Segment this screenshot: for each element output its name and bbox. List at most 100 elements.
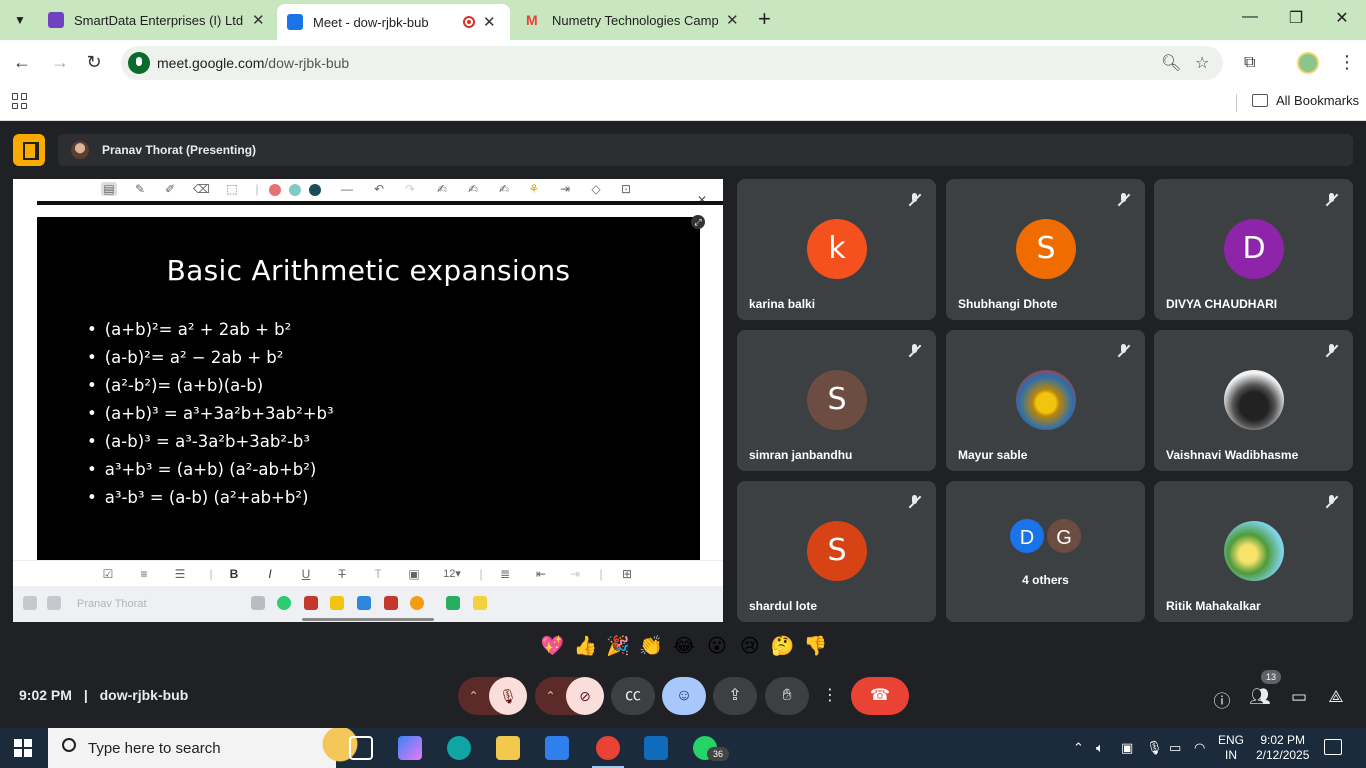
wifi-icon[interactable]: ◠ (1194, 740, 1205, 756)
participant-tile[interactable]: Ritik Mahakalkar (1154, 481, 1353, 622)
participant-tile[interactable]: S shardul lote (737, 481, 936, 622)
thumbs-up-reaction[interactable]: 👍 (571, 631, 600, 663)
tab-smartdata[interactable]: SmartData Enterprises (I) Ltd. C ✕ (40, 0, 268, 40)
divider: | (599, 567, 603, 581)
checklist-icon: ☑ (102, 567, 114, 581)
formula-list: (a+b)²= a² + 2ab + b² (a-b)²= a² − 2ab +… (87, 316, 334, 512)
formula-item: a³-b³ = (a-b) (a²+ab+b²) (87, 484, 334, 512)
meeting-time: 9:02 PM (19, 687, 72, 703)
store-icon[interactable] (545, 736, 569, 760)
clock[interactable]: 9:02 PM 2/12/2025 (1256, 733, 1309, 763)
participant-tile[interactable]: Vaishnavi Wadibhasme (1154, 330, 1353, 471)
expand-icon[interactable]: ⤢ (691, 215, 705, 229)
restore-button[interactable]: ❐ (1286, 8, 1306, 28)
profile-avatar[interactable] (1297, 52, 1319, 74)
align-icon: ≣ (499, 567, 511, 581)
activities-icon[interactable]: ⟁ (1325, 687, 1347, 707)
thumbs-down-reaction[interactable]: 👎 (801, 631, 830, 663)
end-call-button[interactable]: ☎ (851, 677, 909, 715)
shared-window-title: Pranav Thorat (77, 598, 147, 610)
battery-icon[interactable]: ▭ (1169, 740, 1181, 756)
raise-hand-button[interactable]: ✋︎ (765, 677, 809, 715)
volume-icon[interactable]: 🔈︎ (1096, 740, 1104, 756)
mic-off-icon (906, 342, 924, 360)
search-icon (62, 738, 76, 752)
reload-icon[interactable]: ↻ (83, 52, 105, 73)
microphone-icon[interactable] (128, 52, 150, 74)
reactions-button[interactable]: ☺ (662, 677, 706, 715)
tab-numetry[interactable]: M Numetry Technologies Campus ✕ (520, 0, 746, 40)
indent-icon: ⇤ (535, 567, 547, 581)
minimize-button[interactable]: — (1240, 8, 1260, 26)
highlighter-icon: ✐ (164, 182, 176, 196)
apps-grid-icon[interactable] (12, 93, 28, 109)
zoom-icon[interactable]: 🔍︎ (1161, 53, 1181, 73)
participant-tile[interactable]: D DIVYA CHAUDHARI (1154, 179, 1353, 320)
close-tab-icon[interactable]: ✕ (252, 11, 265, 29)
participant-tile[interactable]: k karina balki (737, 179, 936, 320)
file-explorer-icon[interactable] (496, 736, 520, 760)
laugh-reaction[interactable]: 😂 (670, 631, 699, 663)
new-tab-button[interactable]: + (758, 8, 778, 32)
folder-icon (1252, 94, 1268, 107)
heart-reaction[interactable]: 💖 (538, 631, 567, 663)
all-bookmarks-link[interactable]: All Bookmarks (1276, 93, 1359, 108)
mic-options-chevron-icon[interactable]: ⌃ (458, 689, 489, 703)
people-icon[interactable]: 👥︎ (1249, 687, 1271, 707)
party-reaction[interactable]: 🎉 (604, 631, 633, 663)
participant-tile[interactable]: S Shubhangi Dhote (946, 179, 1145, 320)
thinking-reaction[interactable]: 🤔 (768, 631, 797, 663)
clap-reaction[interactable]: 👏 (637, 631, 666, 663)
reactions-bar: 💖 👍 🎉 👏 😂 😮 😢 🤔 👎 (538, 631, 830, 663)
bold-icon: B (229, 567, 239, 581)
microphone-icon[interactable]: 🎙︎ (1146, 740, 1163, 756)
windows-start-icon[interactable] (14, 739, 32, 757)
participant-tile[interactable]: S simran janbandhu (737, 330, 936, 471)
bookmark-star-icon[interactable]: ☆ (1195, 53, 1209, 73)
language-indicator[interactable]: ENG IN (1218, 733, 1244, 763)
participant-tile[interactable]: Mayur sable (946, 330, 1145, 471)
info-icon[interactable]: ⓘ (1211, 687, 1233, 712)
omnibox[interactable]: meet.google.com/dow-rjbk-bub 🔍︎ ☆ (121, 46, 1223, 80)
close-tab-icon[interactable]: ✕ (483, 13, 496, 31)
outlook-icon[interactable] (644, 736, 668, 760)
chrome-icon[interactable] (592, 736, 624, 768)
chat-icon[interactable]: ▭ (1288, 687, 1310, 707)
italic-icon: I (268, 567, 272, 581)
others-tile[interactable]: D G 4 others (946, 481, 1145, 622)
format-toolbar: ☑ ≡ ☰ | B I U T T ▣ 12▾ | ≣ ⇤ ⇥ | ⊞ (13, 560, 723, 586)
surprised-reaction[interactable]: 😮 (702, 631, 731, 663)
notification-icon[interactable] (1324, 739, 1342, 755)
tab-meet[interactable]: Meet - dow-rjbk-bub ✕ (277, 4, 510, 40)
camera-off-button[interactable]: ⊘ (566, 677, 604, 715)
edge-icon[interactable] (447, 736, 471, 760)
more-options-button[interactable]: ⋮ (816, 677, 844, 715)
undo-icon: ↶ (373, 182, 385, 196)
scroll-indicator (302, 618, 434, 621)
camera-icon[interactable]: ▣ (1121, 740, 1133, 756)
forward-icon[interactable]: → (49, 52, 71, 73)
font-size-select: 12▾ (443, 568, 461, 580)
back-icon[interactable]: ← (11, 52, 33, 73)
pin-icon (23, 596, 37, 610)
tray-chevron-icon[interactable]: ⌃ (1073, 740, 1084, 756)
sad-reaction[interactable]: 😢 (735, 631, 764, 663)
browser-menu-icon[interactable]: ⋮ (1338, 52, 1356, 73)
copilot-icon[interactable] (398, 736, 422, 760)
close-window-button[interactable]: ✕ (1332, 8, 1352, 28)
url-text[interactable]: meet.google.com/dow-rjbk-bub (157, 55, 349, 71)
presentation-icon[interactable] (13, 134, 45, 166)
slide: Basic Arithmetic expansions (a+b)²= a² +… (37, 217, 700, 560)
mic-off-button[interactable]: 🎙︎ (489, 677, 527, 715)
extensions-icon[interactable]: ⧉ (1244, 54, 1255, 72)
highlight-text-icon: ▣ (408, 567, 420, 581)
forms-icon (48, 12, 64, 28)
windows-search-box[interactable]: Type here to search (48, 728, 382, 768)
present-screen-button[interactable]: ⇪ (713, 677, 757, 715)
close-tab-icon[interactable]: ✕ (726, 11, 739, 29)
tab-search-icon[interactable]: ▼ (8, 8, 32, 32)
people-count-badge: 13 (1261, 670, 1281, 684)
captions-button[interactable]: ㏄ (611, 677, 655, 715)
camera-options-chevron-icon[interactable]: ⌃ (535, 689, 566, 703)
task-view-icon[interactable] (349, 736, 373, 760)
